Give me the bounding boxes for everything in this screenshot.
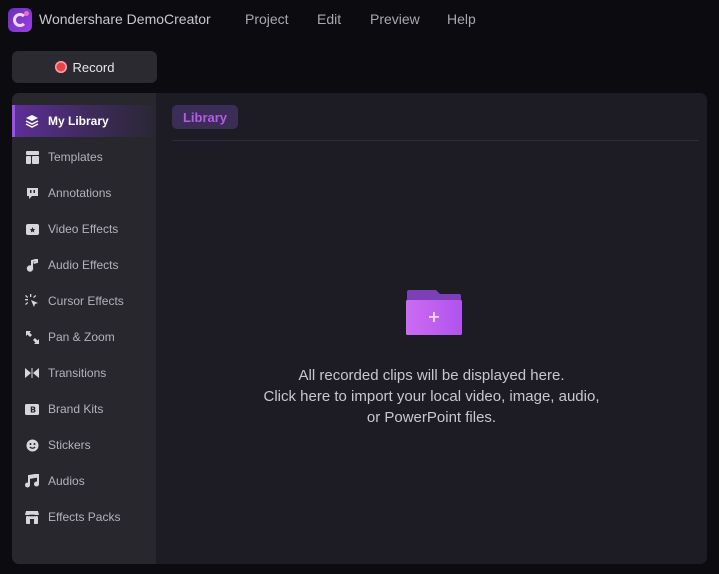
video-effects-icon: [25, 222, 39, 236]
title-bar: Wondershare DemoCreator Project Edit Pre…: [0, 0, 719, 44]
sidebar-item-transitions[interactable]: Transitions: [12, 357, 156, 389]
sidebar-item-stickers[interactable]: Stickers: [12, 429, 156, 461]
music-icon: [25, 474, 39, 488]
menu-help[interactable]: Help: [447, 11, 476, 27]
sidebar-item-label: Transitions: [48, 366, 107, 380]
sidebar-item-label: Stickers: [48, 438, 91, 452]
empty-state-message[interactable]: All recorded clips will be displayed her…: [156, 365, 707, 428]
sidebar-item-annotations[interactable]: Annotations: [12, 177, 156, 209]
svg-text:B: B: [30, 405, 36, 414]
tab-library[interactable]: Library: [172, 105, 238, 129]
library-content: Library All recorded clips will be displ…: [156, 93, 707, 564]
record-button[interactable]: Record: [12, 51, 157, 83]
sidebar-item-label: Cursor Effects: [48, 294, 124, 308]
divider: [172, 140, 699, 141]
sidebar-item-label: Audios: [48, 474, 85, 488]
app-title: Wondershare DemoCreator: [39, 11, 211, 27]
speech-bubble-icon: [25, 186, 39, 200]
sidebar-item-label: Audio Effects: [48, 258, 119, 272]
sidebar-item-label: Annotations: [48, 186, 112, 200]
cursor-click-icon: [25, 294, 39, 308]
sidebar-item-video-effects[interactable]: Video Effects: [12, 213, 156, 245]
sidebar-item-cursor-effects[interactable]: Cursor Effects: [12, 285, 156, 317]
music-note-icon: [25, 258, 39, 272]
empty-state-line: Click here to import your local video, i…: [263, 388, 600, 405]
template-icon: [25, 150, 39, 164]
sidebar-item-label: Brand Kits: [48, 402, 104, 416]
library-panel: My Library Templates Annotations Video E…: [12, 93, 707, 564]
transition-icon: [25, 366, 39, 380]
app-logo-icon: [8, 8, 32, 32]
menu-project[interactable]: Project: [245, 11, 289, 27]
sidebar-item-label: Effects Packs: [48, 510, 121, 524]
store-icon: [25, 510, 39, 524]
sidebar-item-audios[interactable]: Audios: [12, 465, 156, 497]
empty-state-line: All recorded clips will be displayed her…: [298, 367, 565, 384]
empty-state-line: or PowerPoint files.: [366, 409, 497, 426]
layers-icon: [25, 114, 39, 128]
sidebar-item-my-library[interactable]: My Library: [12, 105, 156, 137]
smiley-icon: [25, 438, 39, 452]
record-label: Record: [72, 59, 115, 75]
sidebar-item-label: My Library: [48, 114, 109, 128]
menu-edit[interactable]: Edit: [317, 11, 341, 27]
sidebar-item-effects-packs[interactable]: Effects Packs: [12, 501, 156, 533]
sidebar-item-audio-effects[interactable]: Audio Effects: [12, 249, 156, 281]
sidebar-item-label: Templates: [48, 150, 103, 164]
sidebar-item-brand-kits[interactable]: B Brand Kits: [12, 393, 156, 425]
sidebar-item-templates[interactable]: Templates: [12, 141, 156, 173]
record-icon: [54, 61, 67, 73]
sidebar: My Library Templates Annotations Video E…: [12, 93, 156, 564]
sidebar-item-pan-zoom[interactable]: Pan & Zoom: [12, 321, 156, 353]
folder-add-icon[interactable]: [406, 290, 462, 335]
sidebar-item-label: Video Effects: [48, 222, 119, 236]
sidebar-item-label: Pan & Zoom: [48, 330, 115, 344]
menu-preview[interactable]: Preview: [370, 11, 420, 27]
brand-kit-icon: B: [25, 402, 39, 416]
pan-zoom-icon: [25, 330, 39, 344]
